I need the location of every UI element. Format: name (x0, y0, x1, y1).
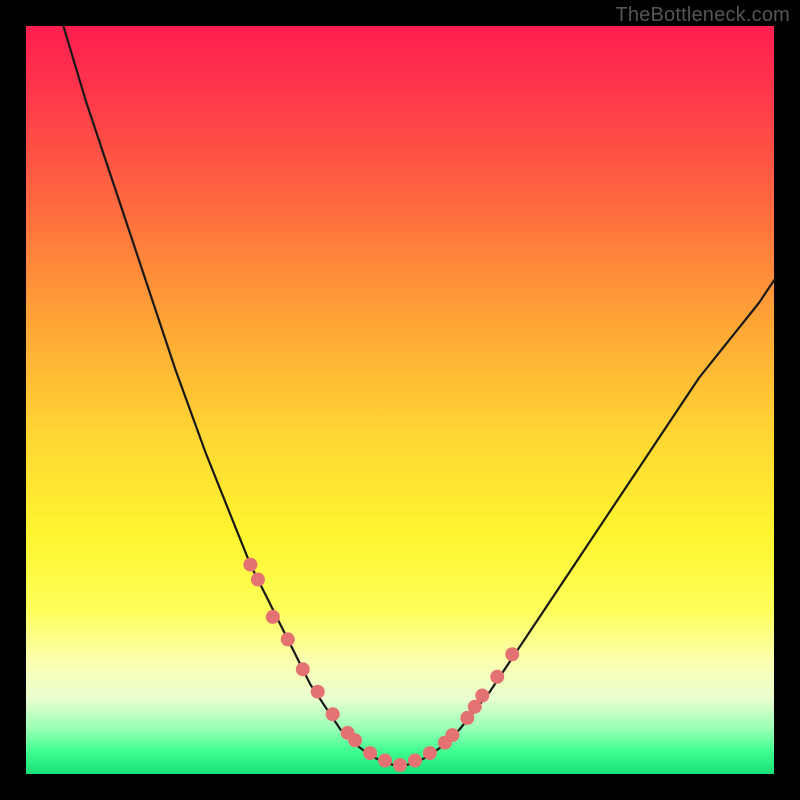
highlight-dot (251, 573, 264, 586)
highlight-dot (349, 734, 362, 747)
highlight-dot (281, 633, 294, 646)
highlight-dot (266, 610, 279, 623)
highlight-dot (476, 689, 489, 702)
highlight-dots (244, 558, 519, 771)
highlight-dot (468, 700, 481, 713)
highlight-dot (296, 663, 309, 676)
highlight-dot (423, 747, 436, 760)
highlight-dot (491, 670, 504, 683)
performance-curve (63, 26, 774, 767)
highlight-dot (461, 711, 474, 724)
highlight-dot (311, 685, 324, 698)
highlight-dot (409, 754, 422, 767)
highlight-dot (506, 648, 519, 661)
watermark-text: TheBottleneck.com (615, 4, 790, 27)
highlight-dot (394, 759, 407, 772)
highlight-dot (244, 558, 257, 571)
highlight-dot (379, 754, 392, 767)
bottleneck-chart (26, 26, 774, 774)
highlight-dot (446, 729, 459, 742)
highlight-dot (364, 747, 377, 760)
highlight-dot (326, 708, 339, 721)
